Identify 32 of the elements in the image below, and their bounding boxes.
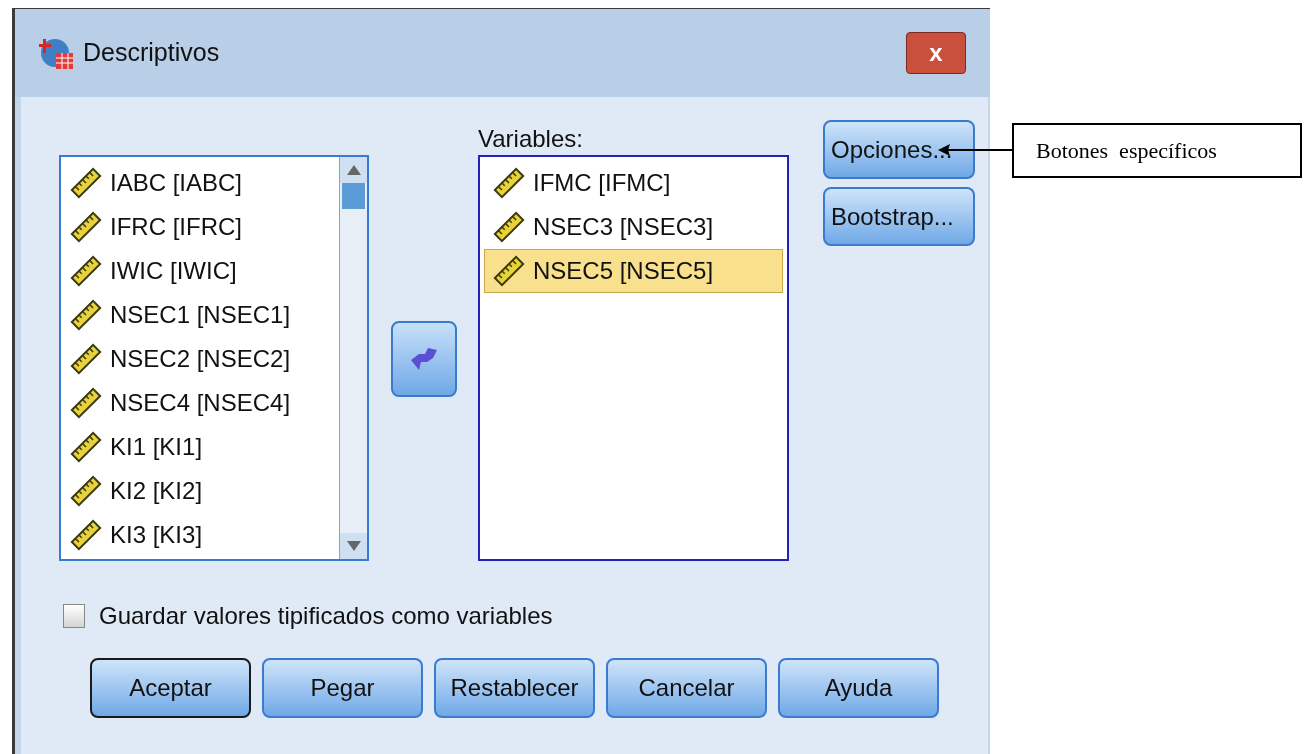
variables-label: Variables: bbox=[478, 124, 583, 154]
checkbox-label: Guardar valores tipificados como variables bbox=[99, 601, 553, 631]
callout-text: Botones específicos bbox=[1036, 137, 1217, 165]
scrollbar[interactable] bbox=[339, 157, 367, 559]
variable-item[interactable]: NSEC4 [NSEC4] bbox=[61, 381, 339, 425]
source-list[interactable]: IABC [IABC] IFRC [IFRC] IWIC [IWIC] NSEC1 [NSEC1] NSEC2 [NSEC2] NSEC4 [NSEC4] KI1 [KI1] KI2 [KI2] KI3 [KI3] bbox=[59, 155, 369, 561]
variable-item[interactable]: IABC [IABC] bbox=[61, 161, 339, 205]
scroll-up-icon[interactable] bbox=[340, 157, 367, 183]
variable-item[interactable]: KI3 [KI3] bbox=[61, 513, 339, 557]
variable-item[interactable]: NSEC1 [NSEC1] bbox=[61, 293, 339, 337]
move-variable-button[interactable] bbox=[391, 321, 457, 397]
variable-item[interactable]: IWIC [IWIC] bbox=[61, 249, 339, 293]
variable-item[interactable]: NSEC3 [NSEC3] bbox=[484, 205, 783, 249]
variable-item[interactable]: KI2 [KI2] bbox=[61, 469, 339, 513]
dialog-button[interactable]: Cancelar bbox=[606, 658, 767, 718]
dialog-button[interactable]: Ayuda bbox=[778, 658, 939, 718]
variables-list[interactable]: IFMC [IFMC] NSEC3 [NSEC3] NSEC5 [NSEC5] bbox=[478, 155, 789, 561]
dialog-button[interactable]: Restablecer bbox=[434, 658, 595, 718]
arrow-left-icon bbox=[411, 348, 437, 370]
variable-item[interactable]: KI1 [KI1] bbox=[61, 425, 339, 469]
dialog-button[interactable]: Aceptar bbox=[90, 658, 251, 718]
variable-item[interactable]: NSEC5 [NSEC5] bbox=[484, 249, 783, 293]
scrollbar-thumb[interactable] bbox=[342, 183, 365, 209]
dialog-button[interactable]: Pegar bbox=[262, 658, 423, 718]
side-button[interactable]: Bootstrap... bbox=[823, 187, 975, 246]
close-button[interactable]: x bbox=[906, 32, 966, 74]
checkbox[interactable] bbox=[63, 604, 85, 628]
variable-item[interactable]: IFRC [IFRC] bbox=[61, 205, 339, 249]
window-title: Descriptivos bbox=[83, 37, 220, 69]
scroll-down-icon[interactable] bbox=[340, 533, 367, 559]
variable-item[interactable]: NSEC2 [NSEC2] bbox=[61, 337, 339, 381]
variable-item[interactable]: IFMC [IFMC] bbox=[484, 161, 783, 205]
